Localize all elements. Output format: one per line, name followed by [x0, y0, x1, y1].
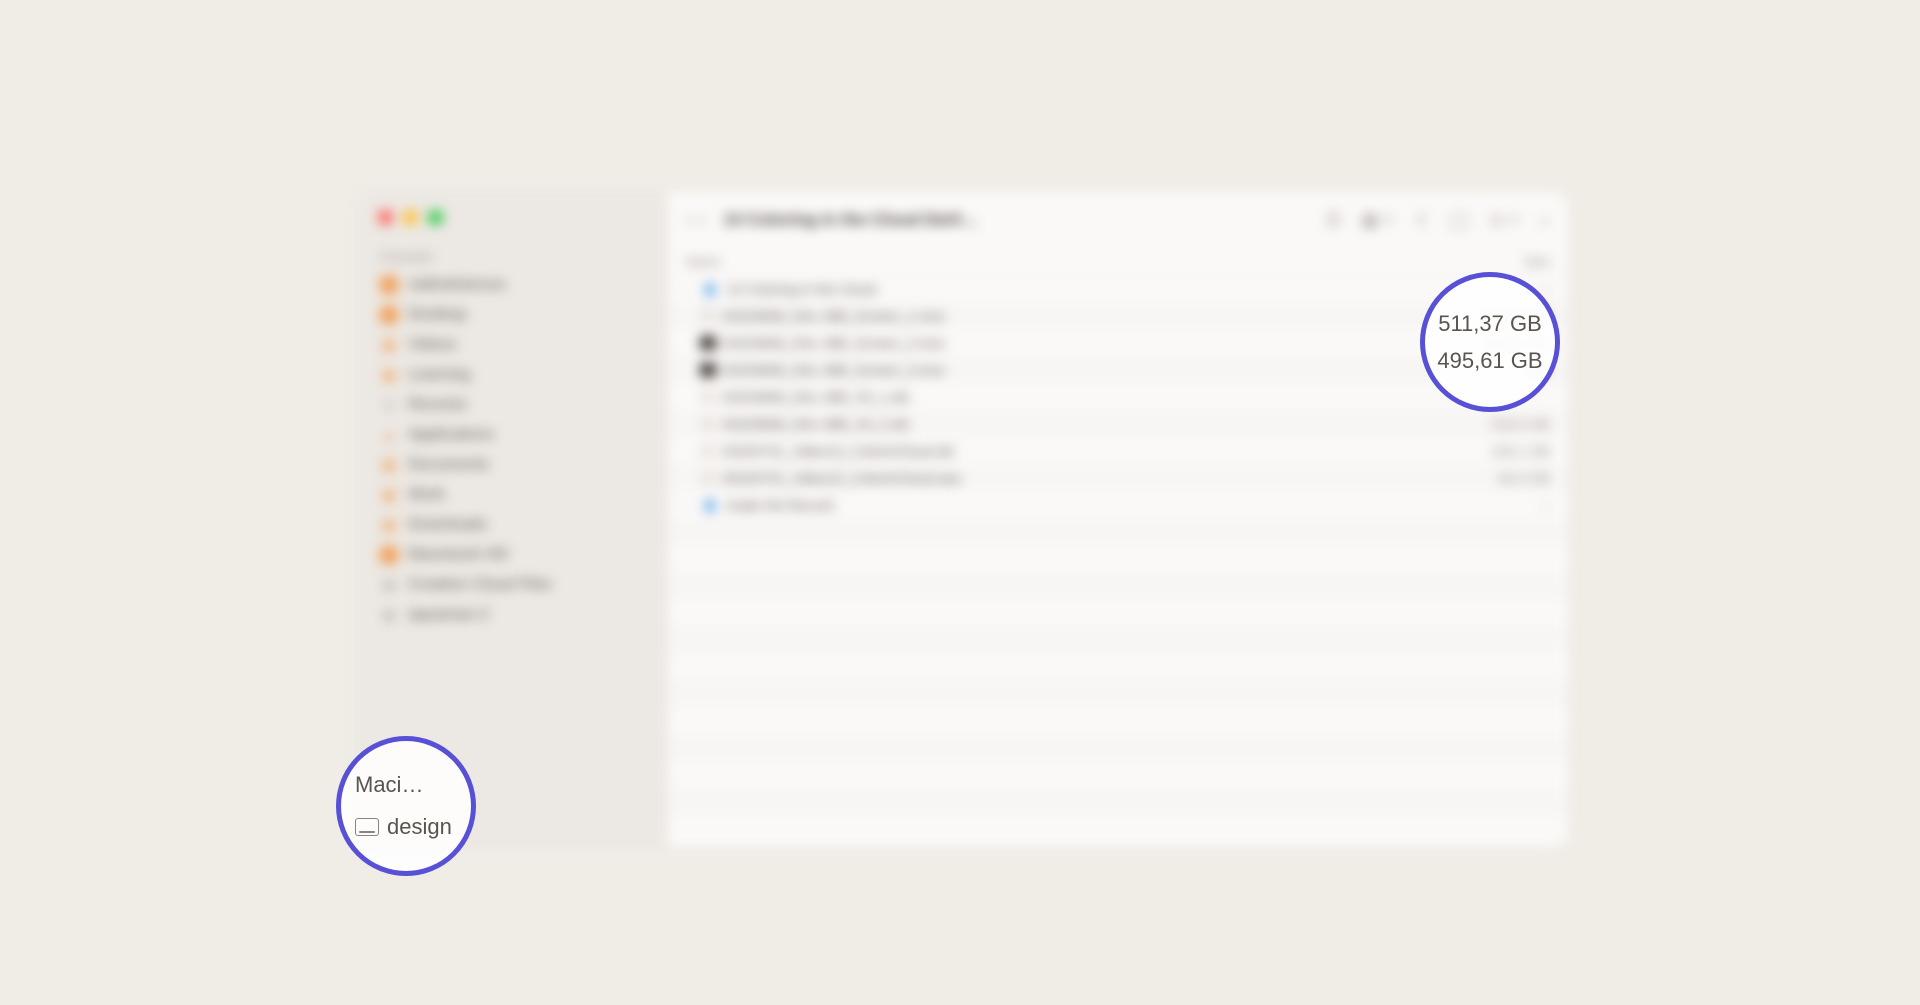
folder-icon: ▣: [380, 336, 398, 354]
folder-icon: ▣: [380, 366, 398, 384]
file-icon: [700, 444, 716, 458]
file-row[interactable]: 20220731_Video13_ColorInCloud.afc145,1 G…: [668, 437, 1568, 464]
drive-icon: [355, 818, 379, 836]
file-row[interactable]: ›▇Audio Re-Record--: [668, 491, 1568, 518]
window-controls[interactable]: [378, 210, 654, 225]
file-row[interactable]: ›▇13 Coloring in the Cloud--: [668, 275, 1568, 302]
close-icon[interactable]: [378, 210, 393, 225]
sidebar-item[interactable]: ▣Work: [372, 480, 654, 510]
sidebar-section-favorites: Favorites: [380, 249, 654, 264]
column-name[interactable]: Name: [686, 254, 1400, 269]
minimize-icon[interactable]: [403, 210, 418, 225]
back-button[interactable]: ‹: [686, 209, 693, 232]
maximize-icon[interactable]: [428, 210, 443, 225]
nav-buttons[interactable]: ‹ ›: [686, 209, 705, 232]
file-icon: [700, 417, 716, 431]
forward-button[interactable]: ›: [699, 209, 706, 232]
main-pane: ‹ › 13 Coloring in the Cloud DaVi… ☰ ▦ ˅…: [668, 192, 1568, 847]
sidebar-item[interactable]: ▲Applications: [372, 420, 654, 450]
sidebar-item[interactable]: ▤aquaman-2: [372, 600, 654, 630]
documents-icon: ▣: [380, 456, 398, 474]
disk-icon: [380, 546, 398, 564]
tag-icon[interactable]: ◯: [1449, 210, 1469, 231]
callout-file-sizes: 511,37 GB 495,61 GB: [1420, 272, 1560, 412]
video-icon: [700, 336, 716, 350]
column-headers[interactable]: Name Size: [668, 248, 1568, 275]
disclosure-icon[interactable]: ›: [686, 283, 700, 294]
action-icon[interactable]: ⊙ ˅: [1489, 210, 1520, 231]
sidebar-item[interactable]: ◷Recents: [372, 390, 654, 420]
callout-drives: Maci… design: [336, 736, 476, 876]
empty-row: [668, 518, 1568, 545]
folder-icon: ▣: [380, 486, 398, 504]
sidebar-item[interactable]: radinahanova: [372, 270, 654, 300]
size-line-2: 495,61 GB: [1437, 342, 1542, 379]
recents-icon: ◷: [380, 396, 398, 414]
sidebar-item[interactable]: Desktop: [372, 300, 654, 330]
video-icon: [700, 363, 716, 377]
cloud-files-icon: ▤: [380, 576, 398, 594]
drive-line-2: design: [355, 806, 471, 848]
share-icon[interactable]: ⇪: [1414, 210, 1429, 231]
window-title: 13 Coloring in the Cloud DaVi…: [723, 210, 979, 230]
size-line-1: 511,37 GB: [1438, 305, 1542, 342]
sidebar-item[interactable]: Macintosh HD: [372, 540, 654, 570]
file-icon: [700, 390, 716, 404]
column-size[interactable]: Size: [1400, 254, 1550, 269]
folder-icon: ▇: [700, 496, 720, 514]
file-row[interactable]: 20220608_DAL-088_V0_1.afc: [668, 383, 1568, 410]
view-list-icon[interactable]: ☰: [1325, 210, 1341, 231]
sidebar-item[interactable]: ▣Learning: [372, 360, 654, 390]
video-icon: [700, 309, 716, 323]
home-icon: [380, 276, 398, 294]
sidebar-item[interactable]: ▣Documents: [372, 450, 654, 480]
audio-icon: [700, 471, 716, 485]
downloads-icon: ▣: [380, 516, 398, 534]
file-row[interactable]: 20220608_DAL-088_V0_2.afc519,0 GB: [668, 410, 1568, 437]
drive-line-1: Maci…: [355, 764, 471, 806]
sidebar-item[interactable]: ▣Downloads: [372, 510, 654, 540]
toolbar: ‹ › 13 Coloring in the Cloud DaVi… ☰ ▦ ˅…: [668, 192, 1568, 248]
file-icon: ▤: [380, 606, 398, 624]
file-row[interactable]: 20220731_Video13_ColorInCloud.wav64,4 GB: [668, 464, 1568, 491]
applications-icon: ▲: [380, 426, 398, 444]
finder-window: Favorites radinahanova Desktop ▣Videos ▣…: [358, 192, 1568, 847]
group-icon[interactable]: ▦ ˅: [1362, 210, 1395, 231]
disclosure-icon[interactable]: ›: [686, 499, 700, 510]
folder-icon: ▇: [700, 280, 720, 298]
sidebar-item[interactable]: ▣Videos: [372, 330, 654, 360]
sidebar-item[interactable]: ▤Creative Cloud Files: [372, 570, 654, 600]
search-icon[interactable]: ⌕: [1540, 210, 1550, 231]
desktop-icon: [380, 306, 398, 324]
